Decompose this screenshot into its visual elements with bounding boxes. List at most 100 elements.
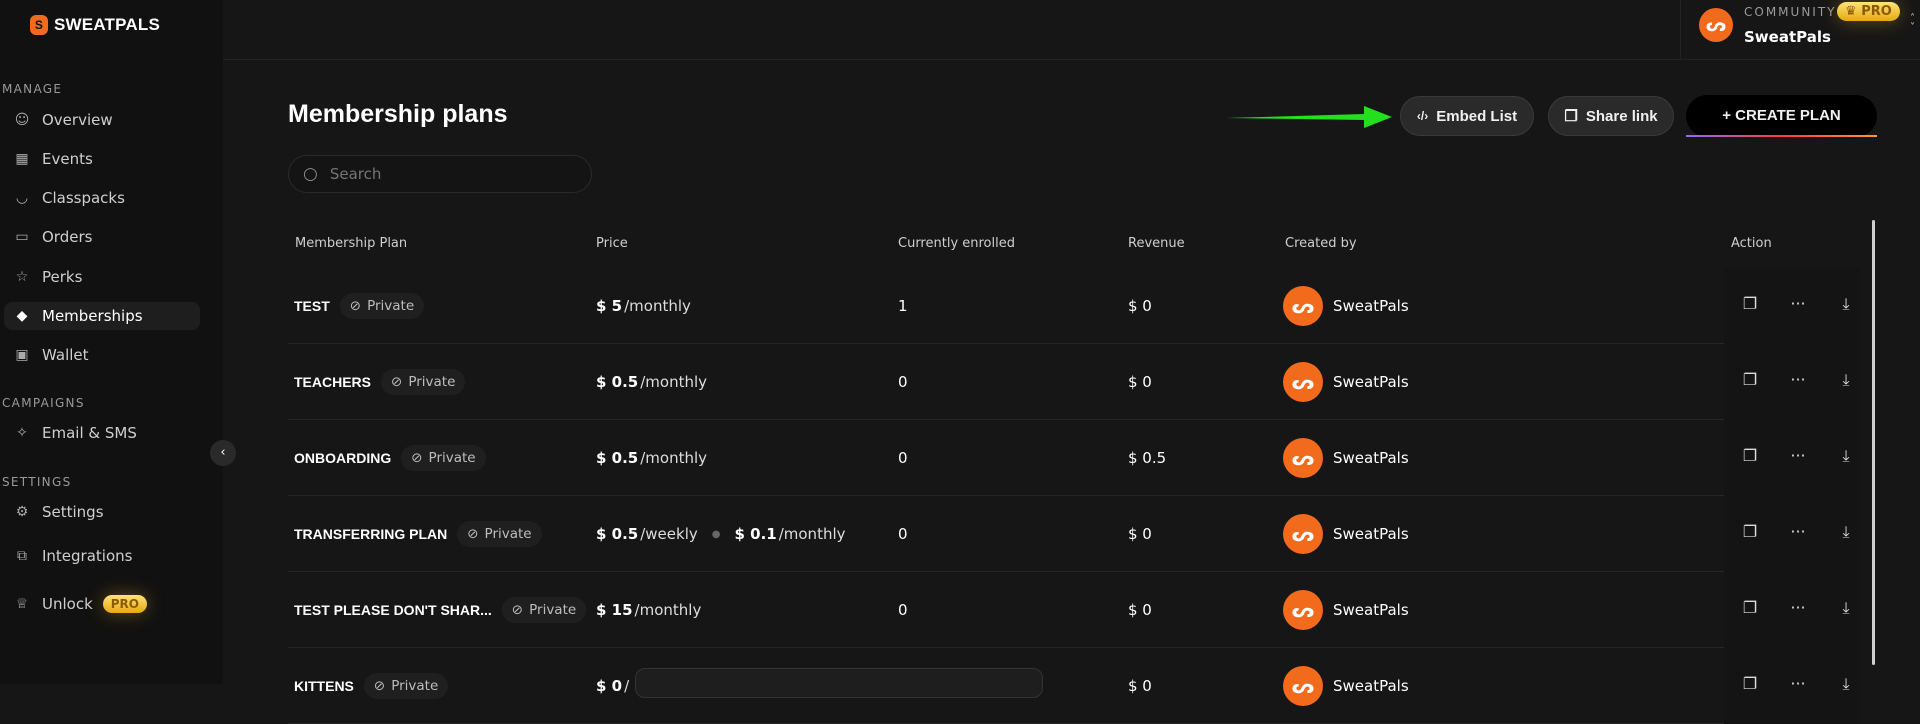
users-icon: ☺ bbox=[14, 112, 30, 128]
download-icon[interactable]: ⤓ bbox=[1834, 522, 1858, 546]
sidebar-item-label: Classpacks bbox=[42, 189, 125, 207]
community-label: COMMUNITY bbox=[1744, 5, 1837, 19]
sidebar-item-settings[interactable]: ⚙ Settings bbox=[4, 498, 200, 526]
price-period: /monthly bbox=[640, 449, 708, 467]
search-field[interactable]: ○ bbox=[288, 155, 592, 193]
plan-name[interactable]: TRANSFERRING PLAN bbox=[294, 526, 447, 542]
price-amount: $ 0.1 bbox=[734, 525, 777, 543]
private-badge: ⊘ Private bbox=[339, 293, 425, 319]
row-actions: ❐ ··· ⤓ bbox=[1724, 268, 1860, 344]
section-label: CAMPAIGNS bbox=[2, 396, 85, 410]
sidebar-item-wallet[interactable]: ▣ Wallet bbox=[4, 341, 200, 369]
share-link-button[interactable]: ❐ Share link bbox=[1548, 96, 1674, 136]
table-row[interactable]: TRANSFERRING PLAN ⊘ Private $ 0.5/weekly ● $… bbox=[288, 496, 1724, 572]
download-icon[interactable]: ⤓ bbox=[1834, 294, 1858, 318]
row-actions: ❐ ··· ⤓ bbox=[1724, 648, 1860, 724]
duplicate-icon[interactable]: ❐ bbox=[1738, 674, 1762, 698]
sidebar-item-orders[interactable]: ▭ Orders bbox=[4, 223, 200, 251]
top-bar bbox=[223, 0, 1920, 60]
sidebar-item-classpacks[interactable]: ◡ Classpacks bbox=[4, 184, 200, 212]
private-badge: ⊘ Private bbox=[401, 445, 486, 471]
more-options-icon[interactable]: ··· bbox=[1786, 598, 1810, 622]
download-icon[interactable]: ⤓ bbox=[1834, 446, 1858, 470]
sidebar-item-perks[interactable]: ☆ Perks bbox=[4, 263, 200, 291]
price-period: /monthly bbox=[640, 373, 708, 391]
integrations-icon: ⧉ bbox=[17, 548, 27, 564]
plan-name[interactable]: TEST bbox=[294, 298, 330, 314]
duplicate-icon[interactable]: ❐ bbox=[1738, 370, 1762, 394]
pro-badge[interactable]: PRO bbox=[102, 595, 148, 613]
enrolled-count: 0 bbox=[898, 601, 908, 619]
more-options-icon[interactable]: ··· bbox=[1786, 370, 1810, 394]
private-badge: ⊘ Private bbox=[381, 369, 466, 395]
creator-name: SweatPals bbox=[1333, 297, 1409, 315]
community-name: SweatPals bbox=[1744, 28, 1831, 46]
sidebar-item-integrations[interactable]: ⧉ Integrations bbox=[4, 542, 200, 570]
separator-dot: ● bbox=[711, 528, 721, 540]
duplicate-icon[interactable]: ❐ bbox=[1738, 446, 1762, 470]
sidebar-item-label: Memberships bbox=[42, 307, 143, 325]
gear-icon: ⚙ bbox=[15, 504, 29, 520]
community-avatar[interactable]: ᔕ bbox=[1699, 8, 1733, 42]
price-period: /weekly bbox=[640, 525, 698, 543]
enrolled-count: 0 bbox=[898, 525, 908, 543]
eye-off-icon: ⊘ bbox=[391, 374, 403, 390]
price-amount: $ 15 bbox=[596, 601, 633, 619]
eye-off-icon: ⊘ bbox=[511, 602, 524, 618]
plan-name[interactable]: TEST PLEASE DON'T SHAR... bbox=[294, 602, 492, 618]
search-icon: ○ bbox=[303, 164, 318, 184]
table-row[interactable]: TEACHERS ⊘ Private $ 0.5/monthly 0 $ 0 ᔕ Sw… bbox=[288, 344, 1724, 420]
sidebar-item-label: Integrations bbox=[42, 547, 133, 565]
search-input[interactable] bbox=[329, 165, 550, 183]
calendar-icon: ▦ bbox=[15, 151, 29, 167]
divider bbox=[1680, 0, 1681, 60]
creator-avatar: ᔕ bbox=[1283, 286, 1323, 326]
embed-list-button[interactable]: ‹/› Embed List bbox=[1400, 96, 1534, 136]
creator-avatar: ᔕ bbox=[1283, 666, 1323, 706]
sidebar-item-memberships[interactable]: ◆ Memberships bbox=[4, 302, 200, 330]
wallet-icon: ▣ bbox=[15, 347, 29, 363]
duplicate-icon[interactable]: ❐ bbox=[1738, 522, 1762, 546]
section-label: MANAGE bbox=[2, 82, 63, 96]
table-row[interactable]: TEST ⊘ Private $ 5/monthly 1 $ 0 ᔕ SweatPal… bbox=[288, 268, 1724, 344]
collapse-sidebar-button[interactable]: ‹ bbox=[210, 440, 236, 466]
price-period: /monthly bbox=[778, 525, 846, 543]
plan-name[interactable]: ONBOARDING bbox=[294, 450, 391, 466]
duplicate-icon[interactable]: ❐ bbox=[1738, 598, 1762, 622]
price-amount: $ 0.5 bbox=[596, 525, 639, 543]
more-options-icon[interactable]: ··· bbox=[1786, 446, 1810, 470]
ticket-icon: ▭ bbox=[15, 229, 29, 245]
create-plan-button[interactable]: + CREATE PLAN bbox=[1686, 95, 1877, 137]
code-icon: ‹/› bbox=[1416, 109, 1429, 123]
download-icon[interactable]: ⤓ bbox=[1834, 370, 1858, 394]
more-options-icon[interactable]: ··· bbox=[1786, 294, 1810, 318]
sidebar-item-overview[interactable]: ☺ Overview bbox=[4, 106, 200, 134]
sidebar-item-unlock[interactable]: ♕ Unlock PRO bbox=[4, 590, 200, 618]
plan-name[interactable]: TEACHERS bbox=[294, 374, 371, 390]
enrolled-count: 0 bbox=[898, 449, 908, 467]
column-header: Currently enrolled bbox=[898, 236, 1015, 251]
more-options-icon[interactable]: ··· bbox=[1786, 522, 1810, 546]
price-amount: $ 0.5 bbox=[596, 449, 639, 467]
scrollbar[interactable] bbox=[1872, 220, 1875, 665]
sidebar-item-email-sms[interactable]: ✧ Email & SMS bbox=[4, 419, 200, 447]
switch-community-chevrons-icon[interactable]: ˄ ˅ bbox=[1910, 14, 1915, 33]
creator-avatar: ᔕ bbox=[1283, 362, 1323, 402]
plan-name[interactable]: KITTENS bbox=[294, 678, 354, 694]
column-header: Action bbox=[1731, 236, 1772, 251]
creator-name: SweatPals bbox=[1333, 449, 1409, 467]
download-icon[interactable]: ⤓ bbox=[1834, 674, 1858, 698]
sidebar-item-events[interactable]: ▦ Events bbox=[4, 145, 200, 173]
table-row[interactable]: ONBOARDING ⊘ Private $ 0.5/monthly 0 $ 0.5… bbox=[288, 420, 1724, 496]
table-row[interactable]: TEST PLEASE DON'T SHAR... ⊘ Private $ 15/m… bbox=[288, 572, 1724, 648]
diamond-icon: ◆ bbox=[16, 308, 28, 324]
pro-badge: ♛ PRO bbox=[1837, 2, 1900, 21]
eye-off-icon: ⊘ bbox=[373, 678, 386, 694]
download-icon[interactable]: ⤓ bbox=[1834, 598, 1858, 622]
logo[interactable]: S SWEATPALS bbox=[30, 15, 160, 35]
duplicate-icon[interactable]: ❐ bbox=[1738, 294, 1762, 318]
more-options-icon[interactable]: ··· bbox=[1786, 674, 1810, 698]
price-amount: $ 0 bbox=[596, 677, 623, 695]
brand-name: SWEATPALS bbox=[54, 15, 160, 34]
eye-off-icon: ⊘ bbox=[349, 298, 362, 314]
